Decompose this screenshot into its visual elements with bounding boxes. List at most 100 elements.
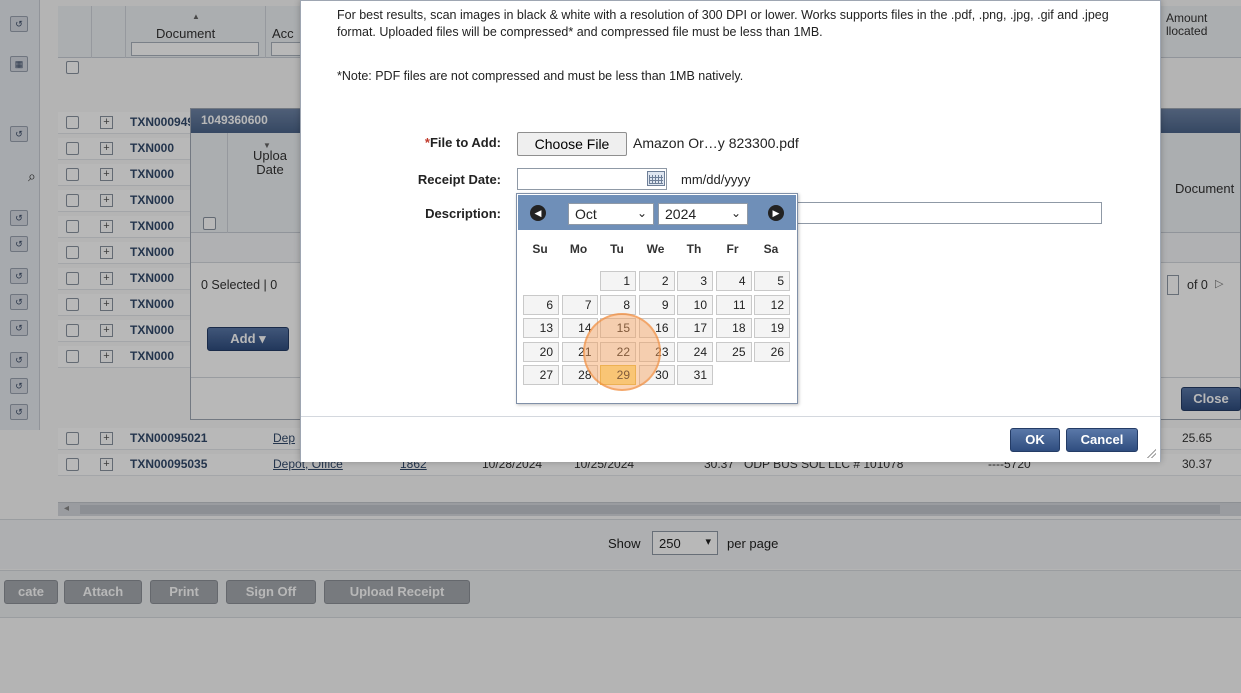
- calendar-day[interactable]: 31: [677, 365, 713, 385]
- expand-icon[interactable]: +: [100, 116, 113, 129]
- sign-off-button[interactable]: Sign Off: [226, 580, 316, 604]
- reset-icon[interactable]: ↺: [10, 378, 28, 394]
- expand-icon[interactable]: +: [100, 220, 113, 233]
- reset-icon[interactable]: ↺: [10, 236, 28, 252]
- transaction-id[interactable]: TXN000: [130, 323, 174, 337]
- transaction-id[interactable]: TXN000: [130, 349, 174, 363]
- month-select[interactable]: Oct ⌄: [568, 203, 654, 225]
- reset-icon[interactable]: ↺: [10, 320, 28, 336]
- scroll-thumb[interactable]: [80, 505, 1220, 514]
- row-checkbox[interactable]: [66, 116, 79, 129]
- reset-icon[interactable]: ↺: [10, 294, 28, 310]
- transaction-id[interactable]: TXN000: [130, 167, 174, 181]
- allocate-button[interactable]: cate: [4, 580, 58, 604]
- chevron-left-icon[interactable]: ◀: [530, 205, 546, 221]
- calendar-day[interactable]: 3: [677, 271, 713, 291]
- calendar-day[interactable]: 19: [754, 318, 790, 338]
- ok-button[interactable]: OK: [1010, 428, 1060, 452]
- row-checkbox[interactable]: [66, 220, 79, 233]
- expand-icon[interactable]: +: [100, 458, 113, 471]
- row-checkbox[interactable]: [66, 458, 79, 471]
- reset-icon[interactable]: ↺: [10, 404, 28, 420]
- row-checkbox[interactable]: [66, 272, 79, 285]
- expand-icon[interactable]: +: [100, 350, 113, 363]
- page-size-select[interactable]: 250 ▾: [652, 531, 718, 555]
- account-link[interactable]: Dep: [273, 431, 295, 445]
- calendar-day[interactable]: 9: [638, 294, 675, 315]
- chevron-right-icon[interactable]: ▶: [768, 205, 784, 221]
- document-filter-input[interactable]: [131, 42, 259, 56]
- calendar-day[interactable]: 2: [638, 271, 675, 291]
- transaction-id[interactable]: TXN00095021: [130, 431, 207, 445]
- row-checkbox[interactable]: [66, 350, 79, 363]
- transaction-id[interactable]: TXN000: [130, 193, 174, 207]
- header-document[interactable]: Document: [1175, 181, 1234, 196]
- reset-icon[interactable]: ↺: [10, 352, 28, 368]
- transaction-id[interactable]: TXN000: [130, 141, 174, 155]
- calendar-icon[interactable]: [647, 171, 665, 186]
- expand-icon[interactable]: +: [100, 324, 113, 337]
- calendar-day[interactable]: 27: [523, 365, 559, 385]
- horizontal-scrollbar[interactable]: ◂: [58, 502, 1241, 516]
- description-input[interactable]: [797, 202, 1102, 224]
- row-checkbox[interactable]: [66, 142, 79, 155]
- calendar-day[interactable]: 25: [715, 341, 752, 362]
- calendar-day[interactable]: 10: [677, 294, 713, 315]
- calendar-day[interactable]: 7: [561, 294, 598, 315]
- reset-icon[interactable]: ↺: [10, 268, 28, 284]
- row-checkbox[interactable]: [66, 432, 79, 445]
- grid-icon[interactable]: ▦: [10, 56, 28, 72]
- header-upload-date[interactable]: Uploa Date: [253, 149, 287, 177]
- expand-icon[interactable]: +: [100, 194, 113, 207]
- calendar-day[interactable]: 6: [523, 294, 559, 315]
- page-number-input[interactable]: [1167, 275, 1179, 295]
- row-checkbox[interactable]: [66, 246, 79, 259]
- reset-icon[interactable]: ↺: [10, 210, 28, 226]
- expand-icon[interactable]: +: [100, 246, 113, 259]
- year-select[interactable]: 2024 ⌄: [658, 203, 748, 225]
- calendar-day[interactable]: 20: [523, 341, 559, 362]
- attach-button[interactable]: Attach: [64, 580, 142, 604]
- scroll-left-icon[interactable]: ◂: [64, 503, 69, 514]
- calendar-day[interactable]: 1: [600, 271, 636, 291]
- row-checkbox[interactable]: [66, 324, 79, 337]
- header-amount-allocated[interactable]: Amount llocated: [1166, 12, 1207, 38]
- calendar-day[interactable]: 18: [715, 318, 752, 338]
- reset-icon[interactable]: ↺: [10, 126, 28, 142]
- expand-icon[interactable]: +: [100, 298, 113, 311]
- calendar-day[interactable]: 26: [754, 341, 790, 362]
- search-icon[interactable]: ⌕: [28, 168, 36, 185]
- calendar-day[interactable]: 24: [677, 341, 713, 362]
- next-page-icon[interactable]: ▷: [1215, 277, 1223, 290]
- transaction-id[interactable]: TXN00095035: [130, 457, 207, 471]
- print-button[interactable]: Print: [150, 580, 218, 604]
- calendar-day[interactable]: 8: [600, 294, 636, 315]
- transaction-id[interactable]: TXN000: [130, 271, 174, 285]
- upload-receipt-button[interactable]: Upload Receipt: [324, 580, 470, 604]
- transaction-id[interactable]: TXN000: [130, 245, 174, 259]
- choose-file-button[interactable]: Choose File: [517, 132, 627, 156]
- expand-icon[interactable]: +: [100, 272, 113, 285]
- reset-icon[interactable]: ↺: [10, 16, 28, 32]
- expand-icon[interactable]: +: [100, 168, 113, 181]
- calendar-day[interactable]: 17: [677, 318, 713, 338]
- calendar-day[interactable]: 4: [715, 271, 752, 291]
- calendar-day[interactable]: 13: [523, 318, 559, 338]
- calendar-day[interactable]: 5: [754, 271, 790, 291]
- calendar-day[interactable]: 11: [715, 294, 752, 315]
- row-checkbox[interactable]: [66, 298, 79, 311]
- receipt-date-input[interactable]: [517, 168, 667, 190]
- resize-handle-icon[interactable]: [1146, 448, 1156, 458]
- select-all-checkbox[interactable]: [66, 61, 79, 74]
- calendar-day[interactable]: 12: [754, 294, 790, 315]
- close-button[interactable]: Close: [1181, 387, 1241, 411]
- expand-icon[interactable]: +: [100, 142, 113, 155]
- receipts-select-all-checkbox[interactable]: [203, 217, 216, 230]
- row-checkbox[interactable]: [66, 194, 79, 207]
- header-document[interactable]: ▲ Document: [126, 6, 266, 58]
- transaction-id[interactable]: TXN000: [130, 297, 174, 311]
- add-receipt-button[interactable]: Add ▾: [207, 327, 289, 351]
- cancel-button[interactable]: Cancel: [1066, 428, 1138, 452]
- row-checkbox[interactable]: [66, 168, 79, 181]
- transaction-id[interactable]: TXN000: [130, 219, 174, 233]
